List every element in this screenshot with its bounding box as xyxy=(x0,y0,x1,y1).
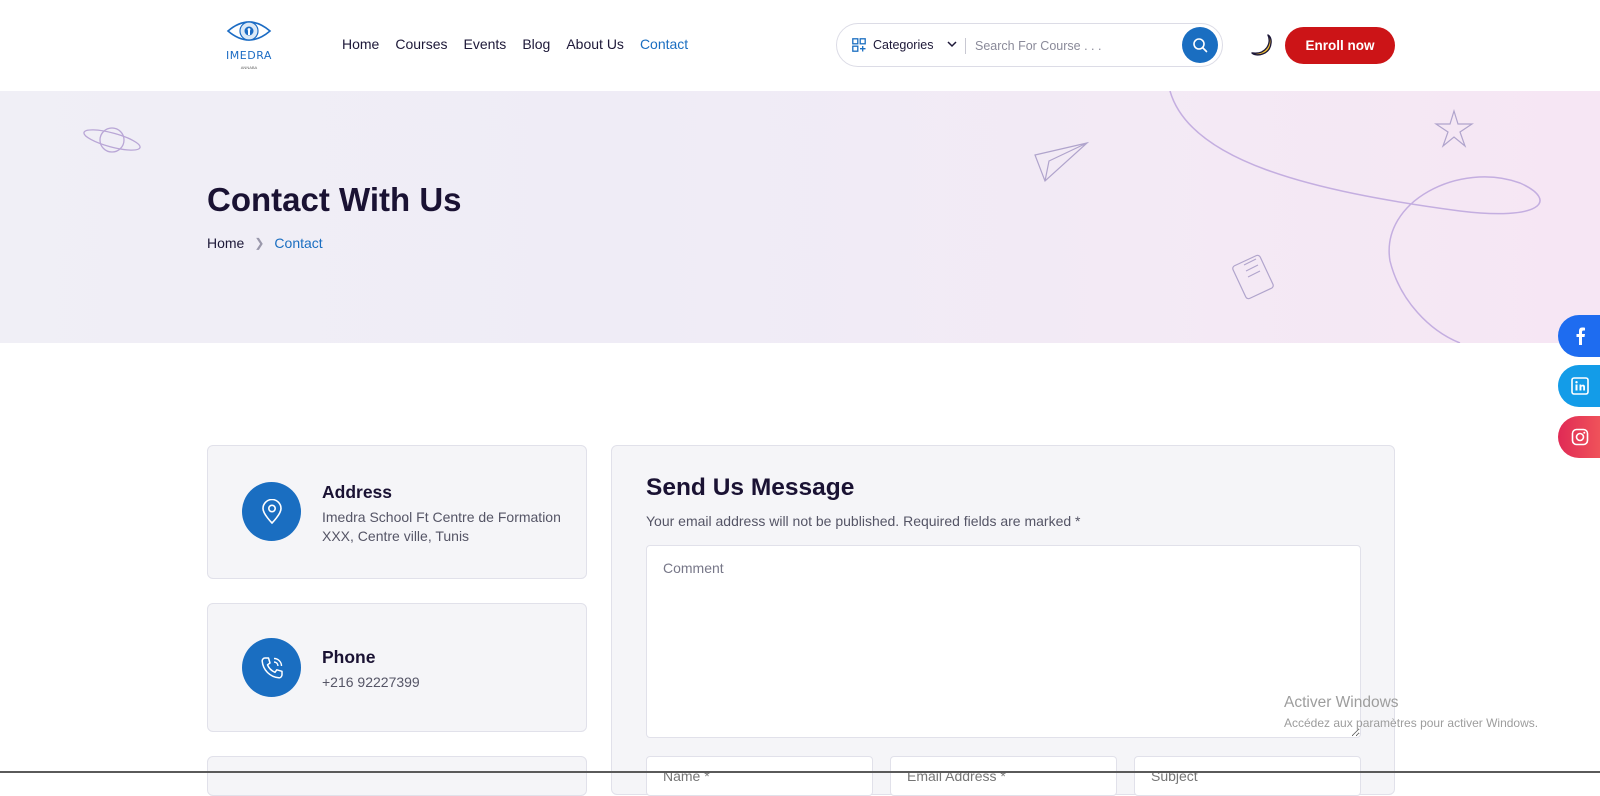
search-icon xyxy=(1193,38,1208,53)
breadcrumb-current: Contact xyxy=(274,235,323,251)
chevron-down-icon[interactable] xyxy=(945,37,959,51)
linkedin-icon xyxy=(1571,377,1589,395)
categories-grid-icon xyxy=(852,38,866,52)
location-pin-icon xyxy=(261,498,282,524)
name-input[interactable] xyxy=(646,756,873,796)
nav-contact[interactable]: Contact xyxy=(640,36,688,52)
eye-logo-icon xyxy=(226,21,272,41)
address-text: Imedra School Ft Centre de Formation XXX… xyxy=(322,509,561,544)
search-input[interactable] xyxy=(975,34,1165,58)
phone-icon-circle xyxy=(242,638,301,697)
site-logo[interactable]: IMEDRA ANNABA xyxy=(218,15,280,71)
comment-textarea[interactable] xyxy=(646,545,1361,738)
linkedin-link[interactable] xyxy=(1558,365,1600,407)
nav-home[interactable]: Home xyxy=(342,36,379,52)
paper-plane-doodle-icon xyxy=(1034,141,1089,183)
email-input[interactable] xyxy=(890,756,1117,796)
facebook-link[interactable] xyxy=(1558,315,1600,357)
instagram-link[interactable] xyxy=(1558,416,1600,458)
dark-mode-toggle-icon[interactable] xyxy=(1246,31,1274,59)
instagram-icon xyxy=(1571,428,1589,446)
search-button[interactable] xyxy=(1182,27,1218,63)
course-search-bar: Categories xyxy=(836,23,1223,67)
categories-dropdown[interactable]: Categories xyxy=(873,38,933,52)
nav-about-us[interactable]: About Us xyxy=(566,36,624,52)
contact-card-partial xyxy=(207,756,587,796)
nav-events[interactable]: Events xyxy=(464,36,507,52)
form-note: Your email address will not be published… xyxy=(646,513,1081,529)
watermark-title: Activer Windows xyxy=(1284,694,1399,711)
main-nav: Home Courses Events Blog About Us Contac… xyxy=(342,36,704,52)
phone-title: Phone xyxy=(322,647,376,667)
enroll-now-button[interactable]: Enroll now xyxy=(1285,27,1395,64)
page-title: Contact With Us xyxy=(207,181,462,218)
subject-input[interactable] xyxy=(1134,756,1361,796)
page-banner: Contact With Us Home ❯ Contact xyxy=(0,91,1600,343)
planet-doodle-icon xyxy=(83,127,141,153)
nav-courses[interactable]: Courses xyxy=(395,36,447,52)
search-divider xyxy=(965,38,966,54)
phone-call-icon xyxy=(260,656,283,679)
breadcrumb: Home ❯ Contact xyxy=(207,235,323,251)
address-card: Address Imedra School Ft Centre de Forma… xyxy=(207,445,587,579)
logo-tagline: ANNABA xyxy=(240,65,258,70)
nav-blog[interactable]: Blog xyxy=(522,36,550,52)
breadcrumb-home[interactable]: Home xyxy=(207,235,244,251)
facebook-icon xyxy=(1576,327,1585,345)
address-title: Address xyxy=(322,482,393,502)
windows-activation-watermark: Activer Windows Accédez aux paramètres p… xyxy=(1284,694,1538,730)
phone-text: +216 92227399 xyxy=(322,674,420,690)
breadcrumb-chevron-icon: ❯ xyxy=(254,236,265,250)
watermark-subtitle: Accédez aux paramètres pour activer Wind… xyxy=(1284,716,1539,730)
swirl-line-doodle xyxy=(1169,91,1541,343)
phone-card: Phone +216 92227399 xyxy=(207,603,587,732)
address-icon-circle xyxy=(242,482,301,541)
contact-form-panel: Send Us Message Your email address will … xyxy=(611,445,1395,796)
site-header: IMEDRA ANNABA Home Courses Events Blog A… xyxy=(0,0,1600,91)
form-title: Send Us Message xyxy=(646,474,855,501)
logo-brand-text: IMEDRA xyxy=(226,49,272,62)
